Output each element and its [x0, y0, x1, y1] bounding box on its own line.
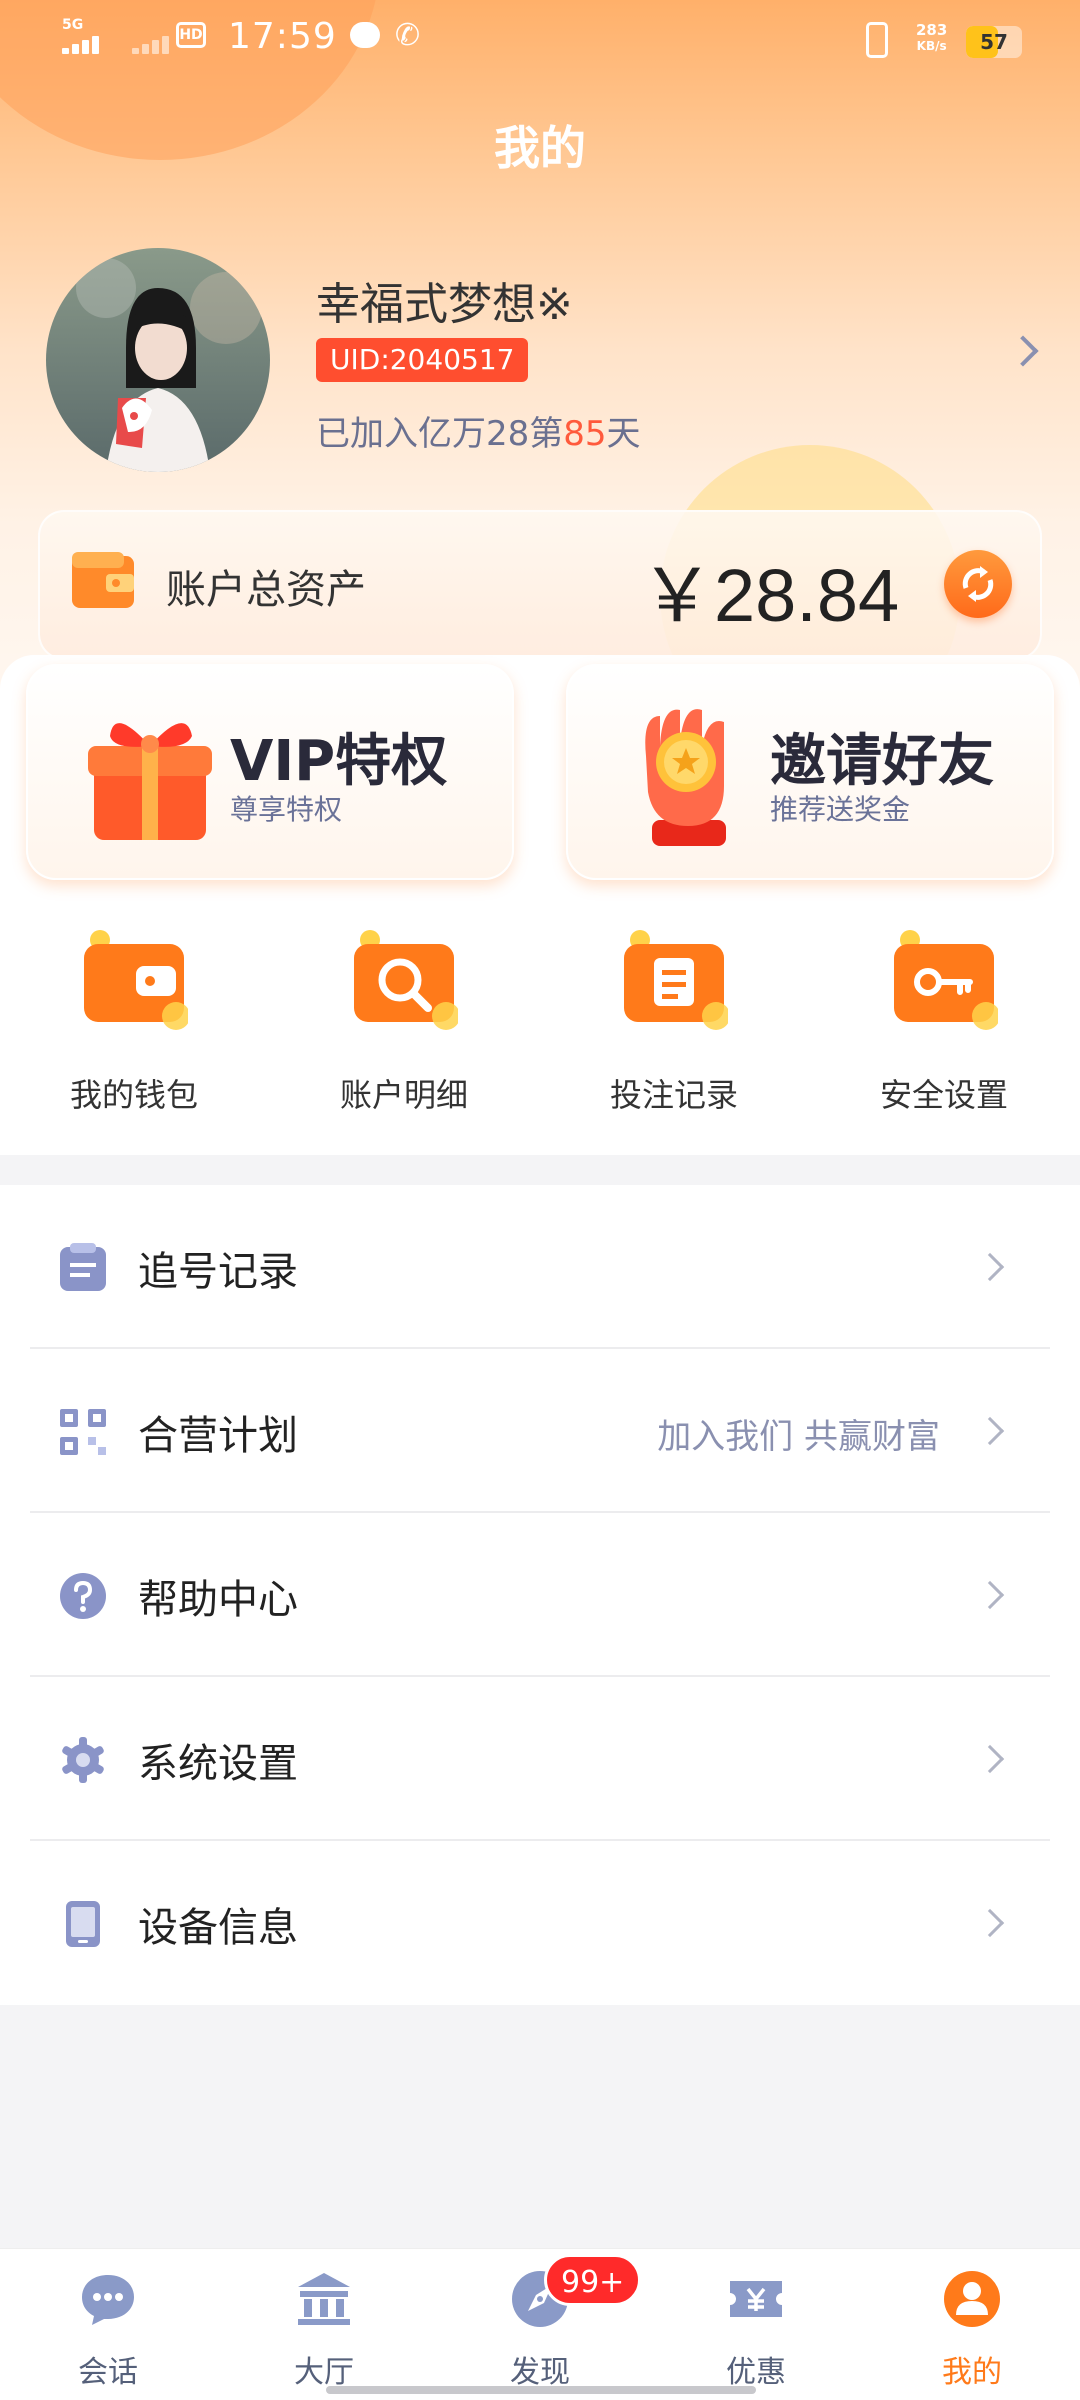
tab-label: 大厅: [294, 2355, 354, 2390]
uid-badge: UID:2040517: [316, 338, 529, 382]
vibrate-icon: [866, 22, 888, 58]
menu-item-joint-venture[interactable]: 合营计划 加入我们 共赢财富: [30, 1349, 1050, 1513]
settings-menu: 追号记录 合营计划 加入我们 共赢财富 帮助中心 系统设置 设备信息: [0, 1185, 1080, 2005]
asset-label: 账户总资产: [166, 567, 366, 613]
network-type: 5G: [62, 17, 84, 33]
signal-icon-secondary: [132, 34, 182, 54]
gear-icon: [62, 1737, 104, 1783]
tab-profile[interactable]: 我的: [864, 2249, 1080, 2400]
vip-subtitle: 尊享特权: [230, 793, 343, 826]
tab-chat[interactable]: 会话: [0, 2249, 216, 2400]
bottom-tab-bar: 会话 大厅 发现 优惠 我的: [0, 2248, 1080, 2400]
vip-title: VIP特权: [230, 729, 448, 794]
quick-action-bet-records[interactable]: 投注记录: [564, 930, 784, 1130]
vip-privilege-card[interactable]: VIP特权 尊享特权: [26, 664, 514, 880]
hd-voice-icon: HD: [176, 22, 206, 48]
network-speed: 283 KB/s: [916, 21, 948, 53]
chevron-right-icon: [975, 1416, 1005, 1446]
clipboard-icon: [624, 930, 728, 1030]
status-bar: 5G HD 17:59 ✆ 283 KB/s 57: [0, 0, 1080, 84]
hall-icon: [298, 2273, 350, 2325]
magnifier-icon: [354, 930, 458, 1030]
key-icon: [894, 930, 998, 1030]
menu-label: 设备信息: [138, 1905, 298, 1951]
menu-item-device-info[interactable]: 设备信息: [30, 1841, 1050, 2005]
message-notification-icon: [350, 22, 380, 48]
battery-icon: 57: [966, 26, 1022, 58]
signal-icon: [62, 34, 112, 54]
device-icon: [66, 1901, 100, 1947]
tab-label: 我的: [942, 2355, 1002, 2390]
join-days-text: 已加入亿万28第85天: [316, 414, 641, 454]
tab-label: 发现: [510, 2355, 570, 2390]
refresh-balance-button[interactable]: [944, 550, 1012, 618]
clock: 17:59: [228, 16, 337, 57]
call-notification-icon: ✆: [395, 18, 421, 53]
invite-friends-card[interactable]: 邀请好友 推荐送奖金: [566, 664, 1054, 880]
menu-item-help-center[interactable]: 帮助中心: [30, 1513, 1050, 1677]
avatar[interactable]: [46, 248, 270, 472]
menu-label: 合营计划: [138, 1413, 298, 1459]
hand-coin-icon: [645, 709, 726, 846]
menu-item-system-settings[interactable]: 系统设置: [30, 1677, 1050, 1841]
profile-icon: [944, 2271, 1000, 2327]
menu-label: 帮助中心: [138, 1577, 298, 1623]
chat-icon: [82, 2275, 134, 2325]
menu-label: 系统设置: [138, 1741, 298, 1787]
menu-label: 追号记录: [138, 1249, 298, 1295]
menu-item-follow-records[interactable]: 追号记录: [30, 1185, 1050, 1349]
chevron-right-icon: [975, 1580, 1005, 1610]
quick-action-label: 账户明细: [339, 1076, 468, 1114]
document-icon: [60, 1243, 106, 1291]
home-indicator[interactable]: [326, 2386, 756, 2394]
chevron-right-icon: [975, 1744, 1005, 1774]
tab-label: 优惠: [726, 2355, 786, 2390]
wallet-icon: [84, 930, 188, 1030]
tab-offers[interactable]: 优惠: [648, 2249, 864, 2400]
discover-notification-badge: 99+: [544, 2254, 642, 2306]
quick-action-label: 安全设置: [879, 1076, 1008, 1114]
invite-subtitle: 推荐送奖金: [770, 793, 911, 826]
chevron-right-icon: [975, 1908, 1005, 1938]
help-icon: [60, 1573, 106, 1619]
asset-balance: ￥28.84: [640, 554, 900, 637]
wallet-icon: [72, 552, 134, 608]
quick-action-label: 我的钱包: [69, 1076, 198, 1114]
tab-label: 会话: [78, 2355, 138, 2390]
qr-grid-icon: [60, 1409, 106, 1455]
chevron-right-icon: [975, 1252, 1005, 1282]
username: 幸福式梦想※: [316, 279, 573, 330]
coupon-icon: [730, 2281, 782, 2317]
refresh-icon: [962, 566, 994, 602]
page-title: 我的: [494, 121, 586, 175]
gift-icon: [88, 723, 212, 840]
tab-hall[interactable]: 大厅: [216, 2249, 432, 2400]
quick-action-wallet[interactable]: 我的钱包: [24, 930, 244, 1130]
quick-action-label: 投注记录: [609, 1076, 738, 1114]
join-days-count: 85: [563, 414, 607, 454]
quick-action-account-details[interactable]: 账户明细: [294, 930, 514, 1130]
battery-level: 57: [980, 30, 1008, 54]
invite-title: 邀请好友: [770, 729, 994, 794]
menu-hint: 加入我们 共赢财富: [657, 1417, 940, 1457]
quick-action-security-settings[interactable]: 安全设置: [834, 930, 1054, 1130]
